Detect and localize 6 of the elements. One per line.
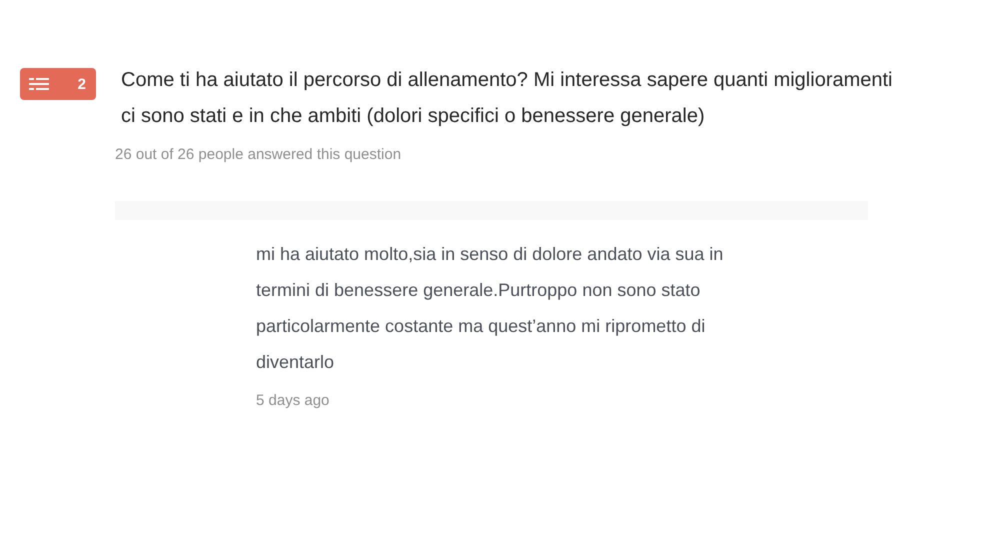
answer-count: 26 out of 26 people answered this question [115, 146, 402, 163]
answer-text: mi ha aiutato molto,sia in senso di dolore andato via sua in termini di benessere generale.Purtroppo non sono stato particolarmente costante ma quest’anno mi riprometto di diventarlo [256, 243, 724, 374]
question-number: 2 [78, 76, 86, 92]
text-lines-icon [29, 77, 49, 91]
answer-time: 5 days ago [256, 392, 330, 409]
question-text: Come ti ha aiutato il percorso di allenamento? Mi interessa sapere quanti miglioramenti ci sono stati e in che ambiti (dolori specifici o benessere generale) [121, 68, 894, 129]
